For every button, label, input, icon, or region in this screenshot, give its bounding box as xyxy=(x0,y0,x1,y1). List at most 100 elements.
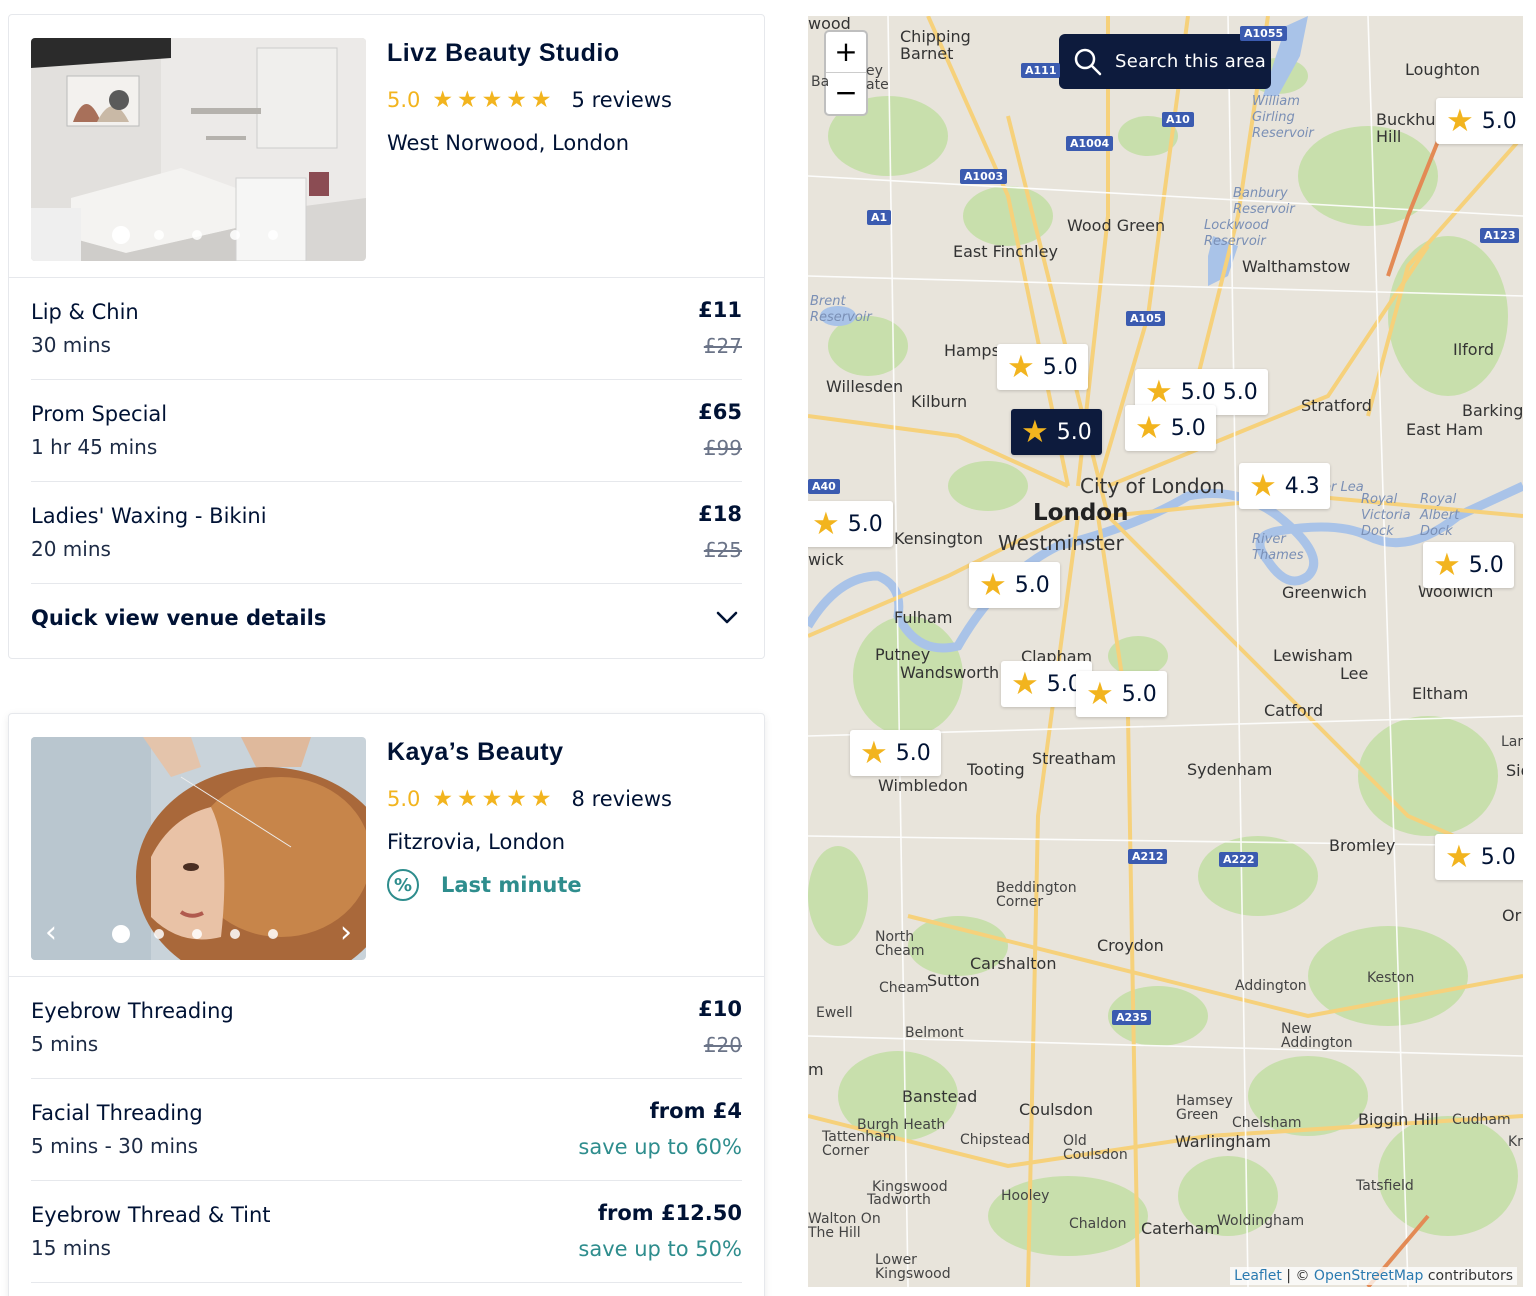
map-rating-pin[interactable]: ★ 5.0 xyxy=(1423,542,1514,588)
road-label: A123 xyxy=(1480,228,1520,243)
service-price: £10 xyxy=(698,997,742,1021)
service-row[interactable]: Eyebrow Thread & Tint 15 mins from £12.5… xyxy=(31,1181,742,1283)
pagination-dot[interactable] xyxy=(192,230,202,240)
place-label: Hamps xyxy=(944,341,1000,360)
place-label: m xyxy=(808,1060,824,1079)
road-label: A1055 xyxy=(1240,26,1288,41)
map-rating-pin[interactable]: ★ 5.0 xyxy=(1435,834,1523,880)
star-icon: ★ xyxy=(432,785,454,812)
chevron-down-icon[interactable] xyxy=(712,602,742,632)
place-label: Kilburn xyxy=(911,392,968,411)
service-price: from £12.50 xyxy=(597,1201,742,1225)
star-icon: ★ xyxy=(1445,838,1473,875)
pagination-dot-active[interactable] xyxy=(112,925,130,943)
star-icon: ★ xyxy=(457,785,478,812)
service-duration: 20 mins xyxy=(31,537,111,561)
map[interactable]: + − Search this area A1055 A111 A10 A100… xyxy=(808,16,1523,1287)
place-label: Putney xyxy=(875,645,931,664)
water-label: Royal Victoria Dock xyxy=(1361,492,1411,539)
service-price: £11 xyxy=(698,298,742,322)
photo-pagination[interactable] xyxy=(31,226,366,244)
place-label: North Cheam xyxy=(875,929,925,959)
map-rating-pin[interactable]: ★ 5.0 xyxy=(1125,405,1216,451)
map-rating-pin[interactable]: ★ 5.0 xyxy=(850,730,941,776)
service-old-price: £25 xyxy=(703,538,742,562)
osm-link[interactable]: OpenStreetMap xyxy=(1314,1268,1423,1284)
pagination-dot[interactable] xyxy=(268,230,278,240)
pagination-dot[interactable] xyxy=(154,929,164,939)
map-rating-pin[interactable]: ★ 5.0 xyxy=(1076,671,1167,717)
photo-pagination[interactable] xyxy=(31,925,366,943)
place-label: Lee xyxy=(1340,664,1369,683)
service-row[interactable]: Prom Special 1 hr 45 mins £65 £99 xyxy=(31,380,742,482)
place-label: Carshalton xyxy=(970,954,1057,973)
venue-card[interactable]: ‹ › Kaya’s Beauty 5.0 ★ ★ ★ ★ ★ 8 review… xyxy=(8,713,765,1296)
map-rating-pin[interactable]: ★ 5.0 xyxy=(969,562,1060,608)
star-icon: ★ xyxy=(481,785,503,812)
rating-stars: ★ ★ ★ ★ ★ xyxy=(432,785,551,812)
place-label: Keston xyxy=(1367,970,1415,986)
road-label: A212 xyxy=(1128,849,1168,864)
quick-view-toggle[interactable]: Quick view venue details xyxy=(31,584,742,656)
venue-photo[interactable] xyxy=(31,38,366,261)
service-row[interactable]: Lip & Chin 30 mins £11 £27 xyxy=(31,278,742,380)
star-icon: ★ xyxy=(457,86,478,113)
star-icon: ★ xyxy=(812,505,840,542)
place-label: Willesden xyxy=(826,377,904,396)
place-label: Coulsdon xyxy=(1019,1100,1093,1119)
venue-name[interactable]: Kaya’s Beauty xyxy=(387,738,564,767)
map-rating-pin[interactable]: ★ 5.0 xyxy=(1436,98,1523,144)
service-duration: 5 mins - 30 mins xyxy=(31,1134,199,1158)
place-label: Cudham xyxy=(1452,1112,1511,1128)
pagination-dot-active[interactable] xyxy=(112,226,130,244)
star-icon: ★ xyxy=(1145,373,1173,410)
zoom-out-button[interactable]: − xyxy=(826,73,866,114)
pagination-dot[interactable] xyxy=(192,929,202,939)
service-price: £65 xyxy=(698,400,742,424)
star-icon: ★ xyxy=(506,785,527,812)
road-label: A10 xyxy=(1162,112,1194,127)
venue-photo[interactable]: ‹ › xyxy=(31,737,366,960)
pagination-dot[interactable] xyxy=(230,230,240,240)
place-label: Tooting xyxy=(967,760,1025,779)
map-rating-pin[interactable]: ★ 5.0 xyxy=(997,344,1088,390)
place-label: Biggin Hill xyxy=(1358,1110,1439,1129)
pagination-dot[interactable] xyxy=(230,929,240,939)
star-icon: ★ xyxy=(481,86,503,113)
venue-name[interactable]: Livz Beauty Studio xyxy=(387,39,620,68)
place-label: Or xyxy=(1502,906,1522,925)
star-icon: ★ xyxy=(432,86,454,113)
place-label: Banstead xyxy=(902,1087,978,1106)
service-row[interactable]: Facial Threading 5 mins - 30 mins from £… xyxy=(31,1079,742,1181)
service-duration: 5 mins xyxy=(31,1032,99,1056)
road-label: A1004 xyxy=(1066,136,1114,151)
water-label: Banbury Reservoir xyxy=(1233,186,1295,217)
place-label: Lan xyxy=(1501,734,1523,750)
place-label: Old Coulsdon xyxy=(1063,1133,1128,1163)
water-label: Lockwood Reservoir xyxy=(1204,218,1269,249)
place-label: Wandsworth xyxy=(900,663,1000,682)
star-icon: ★ xyxy=(1021,413,1049,450)
venue-header: ‹ › Kaya’s Beauty 5.0 ★ ★ ★ ★ ★ 8 review… xyxy=(9,714,764,977)
service-row[interactable]: Ladies' Waxing - Bikini 20 mins £18 £25 xyxy=(31,482,742,584)
review-count[interactable]: 5 reviews xyxy=(572,88,672,112)
map-rating-pin[interactable]: ★ 5.0 xyxy=(808,501,893,547)
venue-card[interactable]: Livz Beauty Studio 5.0 ★ ★ ★ ★ ★ 5 revie… xyxy=(8,14,765,659)
place-label: Eltham xyxy=(1412,684,1469,703)
search-this-area-button[interactable]: Search this area xyxy=(1059,34,1271,89)
place-label: East Ham xyxy=(1406,420,1484,439)
map-rating-pin[interactable]: ★ 4.3 xyxy=(1239,463,1330,509)
pagination-dot[interactable] xyxy=(154,230,164,240)
review-count[interactable]: 8 reviews xyxy=(572,787,672,811)
pagination-dot[interactable] xyxy=(268,929,278,939)
service-name: Lip & Chin xyxy=(31,300,139,324)
last-minute-badge: % Last minute xyxy=(387,869,582,901)
zoom-in-button[interactable]: + xyxy=(826,32,866,73)
zoom-control[interactable]: + − xyxy=(824,30,868,116)
place-label: East Finchley xyxy=(953,242,1058,261)
place-label: Tadworth xyxy=(867,1192,931,1208)
service-row[interactable]: Eyebrow Threading 5 mins £10 £20 xyxy=(31,977,742,1079)
leaflet-link[interactable]: Leaflet xyxy=(1234,1268,1282,1284)
service-old-price: £20 xyxy=(703,1033,742,1057)
map-rating-pin-selected[interactable]: ★ 5.0 xyxy=(1011,409,1102,455)
